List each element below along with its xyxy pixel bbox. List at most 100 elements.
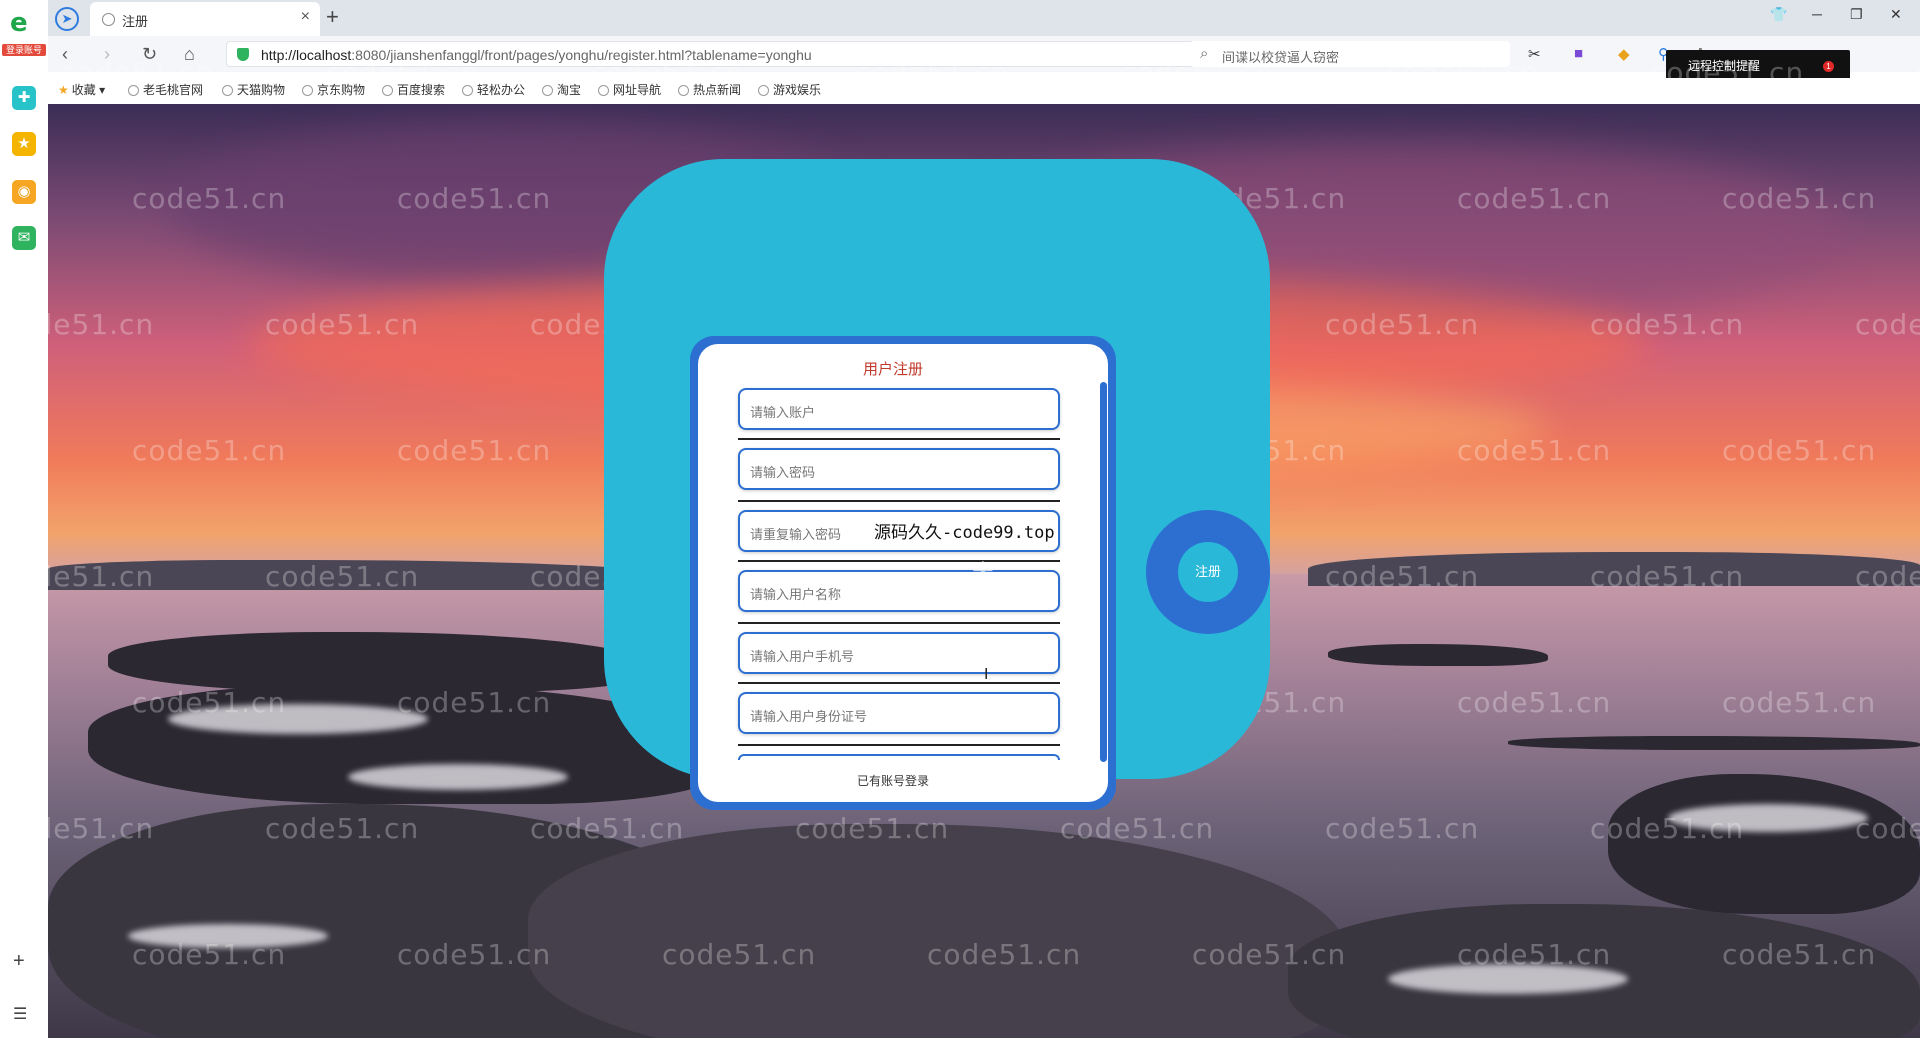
watermark-text: code51.cn [590,56,745,89]
field-divider [738,560,1060,562]
watermark-text: code51.cn [1590,560,1745,593]
overlay-watermark-text: 源码久久-code99.top [874,523,1055,543]
watermark-text: code51.cn [1722,182,1877,215]
watermark-text: code51.cn [132,686,287,719]
globe-icon [222,85,233,96]
watermark-text: code51.cn [60,56,215,89]
shirt-icon[interactable]: 👕 [1770,6,1787,23]
account-placeholder: 请输入账户 [750,405,816,420]
field-divider [738,744,1060,746]
watermark-text: code51.cn [397,182,552,215]
watermark-text: code51.cn [265,560,420,593]
watermark-text: code51.cn [265,812,420,845]
restore-button[interactable]: ❐ [1850,6,1863,23]
watermark-text: code51.cn [927,938,1082,971]
tab-title: 注册 [122,14,149,29]
globe-icon [758,85,769,96]
watermark-text: code51.cn [325,56,480,89]
form-scrollbar[interactable] [1100,382,1107,762]
password-placeholder: 请输入密码 [750,465,816,480]
watermark-text: code51.cn [1120,56,1275,89]
watermark-text: code51.cn [1325,560,1480,593]
bookmark-item[interactable]: 天猫购物 [222,81,285,98]
watermark-text: code51.cn [1385,56,1540,89]
watermark-text: code51.cn [397,434,552,467]
watermark-text: code51.cn [1590,812,1745,845]
watermark-text: code51.cn [1650,56,1805,89]
register-button[interactable]: 注册 [1178,542,1238,602]
loading-spinner-icon: ✳ [972,556,994,586]
watermark-text: code51.cn [1457,686,1612,719]
alert-count-badge: 1 [1823,61,1834,72]
globe-icon [542,85,553,96]
watermark-text: code51.cn [1457,938,1612,971]
browser-logo[interactable]: e 登录账号 [0,0,48,56]
field-divider [738,500,1060,502]
new-tab-button[interactable]: + [326,4,339,30]
close-window-button[interactable]: ✕ [1890,6,1902,23]
watermark-text: code51.cn [1722,686,1877,719]
watermark-text: code51.cn [1915,56,1920,89]
watermark-text: code51.cn [265,308,420,341]
watermark-text: code51.cn [132,434,287,467]
mail-icon[interactable]: ✉ [12,226,36,250]
favorites-star-icon[interactable]: ★ [12,132,36,156]
form-title: 用户注册 [862,361,923,378]
bookmark-item[interactable]: 游戏娱乐 [758,81,821,98]
minimize-button[interactable]: ─ [1812,6,1822,22]
watermark-text: code51.cn [1325,812,1480,845]
island-rock [1508,736,1920,750]
translate-icon[interactable]: ■ [1574,45,1583,62]
field-divider [738,622,1060,624]
watermark-text: code51.cn [0,308,155,341]
globe-icon [302,85,313,96]
field-divider [738,438,1060,440]
browser-sidebar: ✚ ★ ◉ ✉ + ☰ [0,56,48,1038]
plus-app-icon[interactable]: ✚ [12,86,36,110]
repeat-password-placeholder: 请重复输入密码 [750,527,842,542]
browser-titlebar: ➤ 注册 × + 👕 ─ ❐ ✕ [0,0,1920,36]
password-input[interactable]: 请输入密码 [738,448,1060,490]
watermark-text: code51.cn [1722,434,1877,467]
watermark-text: code51.cn [530,812,685,845]
watermark-text: code51.cn [1192,938,1347,971]
watermark-text: code51.cn [795,812,950,845]
id-card-input[interactable]: 请输入用户身份证号 [738,692,1060,734]
tab-close-icon[interactable]: × [301,8,310,26]
account-input[interactable]: 请输入账户 [738,388,1060,430]
watermark-text: code51.cn [1457,182,1612,215]
watermark-text: code51.cn [0,560,155,593]
register-form: 用户注册 请输入账户 请输入密码 请重复输入密码 请输入用户名称 请输入用户手机… [698,344,1108,802]
watermark-text: code51.cn [1855,812,1920,845]
watermark-text: code51.cn [1060,812,1215,845]
login-account-badge[interactable]: 登录账号 [2,44,46,56]
field-divider [738,682,1060,684]
watermark-text: code51.cn [132,182,287,215]
globe-icon [102,13,115,26]
next-input-partial[interactable] [738,754,1060,760]
watermark-text: code51.cn [1855,560,1920,593]
add-icon[interactable]: + [13,950,25,973]
active-tab[interactable]: 注册 × [90,2,320,36]
security-shield-icon [237,48,249,61]
watermark-text: code51.cn [662,938,817,971]
snow-patch [348,764,568,790]
island-rock [1328,644,1548,666]
watermark-text: code51.cn [397,686,552,719]
id-card-placeholder: 请输入用户身份证号 [750,709,868,724]
phone-input[interactable]: 请输入用户手机号 [738,632,1060,674]
navigate-icon[interactable]: ➤ [55,7,79,31]
shield-extension-icon[interactable]: ◆ [1618,45,1630,63]
bookmark-item[interactable]: 淘宝 [542,81,581,98]
watermark-text: code51.cn [1855,308,1920,341]
watermark-text: code51.cn [1722,938,1877,971]
weibo-icon[interactable]: ◉ [12,180,36,204]
username-input[interactable]: 请输入用户名称 [738,570,1060,612]
list-menu-icon[interactable]: ☰ [13,1004,27,1024]
watermark-text: code51.cn [1457,434,1612,467]
browser-e-icon: e [10,8,28,38]
watermark-text: code51.cn [0,812,155,845]
watermark-text: code51.cn [397,938,552,971]
watermark-text: code51.cn [132,938,287,971]
existing-account-login-link[interactable]: 已有账号登录 [698,772,1088,789]
